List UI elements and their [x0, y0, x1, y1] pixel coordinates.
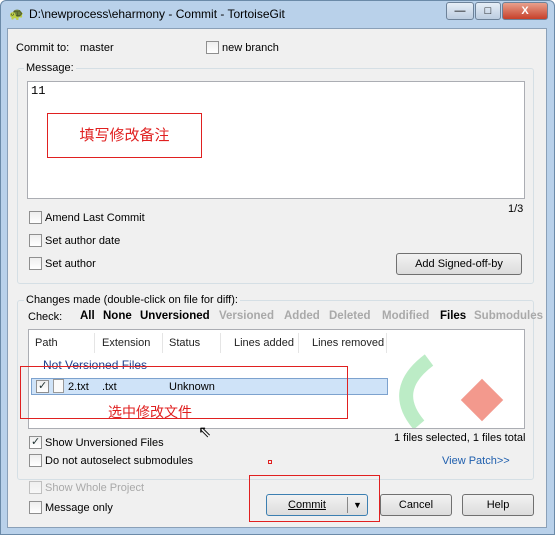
title-bar: 🐢 D:\newprocess\eharmony - Commit - Tort… [1, 1, 554, 27]
set-author-label: Set author [45, 258, 96, 270]
filter-unversioned[interactable]: Unversioned [140, 310, 210, 322]
filter-all[interactable]: All [80, 310, 95, 322]
help-button[interactable]: Help [462, 494, 534, 516]
commit-to-label: Commit to: [16, 42, 70, 54]
filter-files[interactable]: Files [440, 310, 466, 322]
check-label: Check: [28, 311, 63, 323]
column-lines-removed[interactable]: Lines removed [299, 333, 387, 353]
show-whole-project-label: Show Whole Project [45, 482, 145, 494]
show-unversioned-label: Show Unversioned Files [45, 437, 164, 449]
set-author-date-checkbox[interactable] [29, 234, 42, 247]
tortoisegit-logo-icon [399, 354, 504, 428]
commit-dropdown-arrow-icon[interactable]: ▼ [347, 497, 367, 513]
column-status[interactable]: Status [163, 333, 221, 353]
amend-checkbox[interactable] [29, 211, 42, 224]
column-extension[interactable]: Extension [96, 333, 163, 353]
filter-deleted[interactable]: Deleted [329, 310, 371, 322]
mouse-cursor-icon: ⇖ [198, 424, 212, 441]
column-path[interactable]: Path [29, 333, 95, 353]
changes-group-label: Changes made (double-click on file for d… [24, 294, 240, 306]
tortoisegit-icon: 🐢 [9, 7, 24, 21]
no-autoselect-checkbox[interactable] [29, 454, 42, 467]
message-only-checkbox[interactable] [29, 501, 42, 514]
amend-label: Amend Last Commit [45, 212, 145, 224]
minimize-button[interactable]: — [446, 2, 474, 20]
add-signed-off-button[interactable]: Add Signed-off-by [396, 253, 522, 275]
message-only-label: Message only [45, 502, 113, 514]
cancel-button[interactable]: Cancel [380, 494, 452, 516]
branch-name: master [80, 42, 114, 54]
filter-none[interactable]: None [103, 310, 132, 322]
message-line-counter: 1/3 [508, 203, 524, 215]
set-author-checkbox[interactable] [29, 257, 42, 270]
show-whole-project-checkbox[interactable] [29, 481, 42, 494]
new-branch-checkbox[interactable] [206, 41, 219, 54]
file-annotation: 选中修改文件 [108, 404, 192, 420]
maximize-button[interactable]: □ [475, 2, 501, 20]
selection-summary: 1 files selected, 1 files total [394, 432, 526, 444]
view-patch-link[interactable]: View Patch>> [442, 455, 510, 467]
filter-versioned[interactable]: Versioned [219, 310, 274, 322]
close-button[interactable]: X [502, 2, 548, 20]
new-branch-label: new branch [222, 42, 279, 54]
filter-modified[interactable]: Modified [382, 310, 429, 322]
filter-submodules[interactable]: Submodules [474, 310, 543, 322]
no-autoselect-label: Do not autoselect submodules [45, 455, 193, 467]
commit-label: Commit [288, 499, 326, 511]
message-annotation: 填写修改备注 [47, 113, 202, 158]
set-author-date-label: Set author date [45, 235, 121, 247]
red-dot [268, 460, 272, 464]
window-title: D:\newprocess\eharmony - Commit - Tortoi… [29, 7, 285, 21]
show-unversioned-checkbox[interactable] [29, 435, 42, 449]
column-lines-added[interactable]: Lines added [221, 333, 299, 353]
message-group-label: Message: [24, 62, 76, 74]
filter-added[interactable]: Added [284, 310, 320, 322]
